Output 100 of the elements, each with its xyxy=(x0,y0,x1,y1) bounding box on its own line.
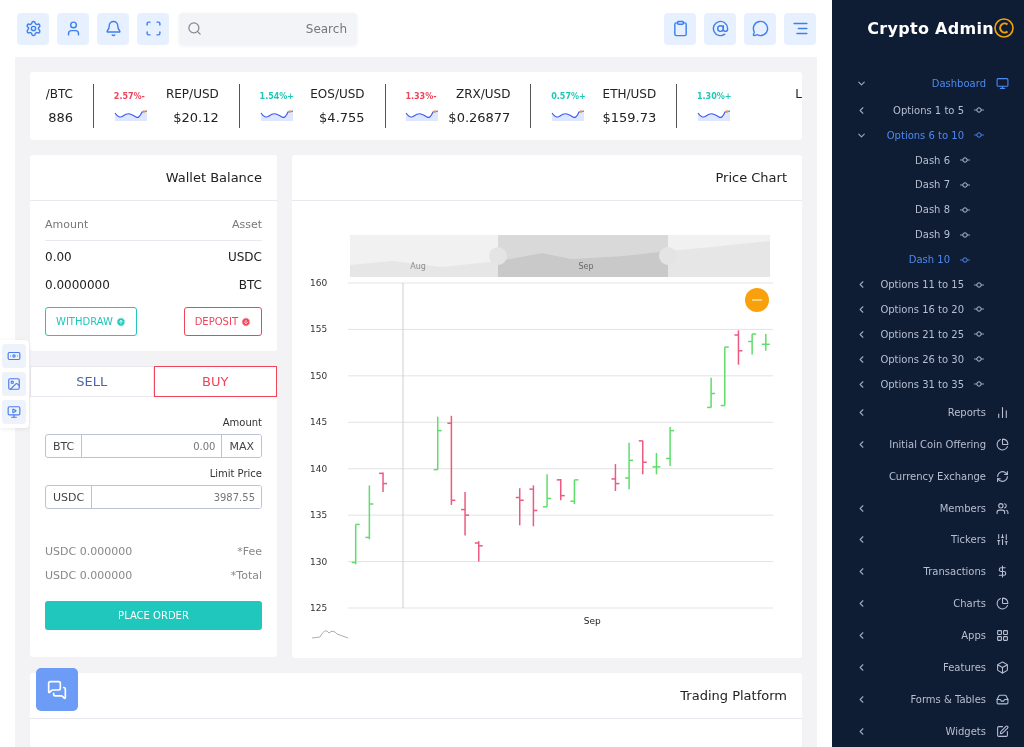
chat-button[interactable] xyxy=(744,12,776,45)
sidebar-item[interactable]: Widgets xyxy=(872,725,996,737)
navigator-label: Aug xyxy=(410,262,426,272)
menu-button[interactable] xyxy=(784,12,816,45)
ticker-price: $159.73 xyxy=(602,110,657,126)
pie-chart-icon xyxy=(996,597,1009,611)
inbox-icon xyxy=(996,692,1009,706)
rising-price-bar xyxy=(364,484,375,541)
falling-price-bar xyxy=(528,484,539,528)
circle-dot-icon xyxy=(960,206,970,213)
sidebar-item[interactable]: Options 31 to 35 xyxy=(872,378,974,390)
sidebar-item[interactable]: Dash 10 xyxy=(872,254,960,266)
at-sign-icon xyxy=(711,20,729,37)
circle-dot-icon xyxy=(974,281,984,288)
sidebar-item[interactable]: Options 11 to 15 xyxy=(872,279,974,291)
arrow-up-circle-icon xyxy=(115,316,126,327)
fee-label: *Fee xyxy=(237,544,262,558)
sidebar-item[interactable]: Dash 8 xyxy=(872,204,960,216)
sidebar-item[interactable]: Initial Coin Offering xyxy=(872,438,996,450)
sidebar-item[interactable]: Options 6 to 10 xyxy=(872,129,974,141)
sidebar-item[interactable]: Transactions xyxy=(872,566,996,578)
sidebar-item[interactable]: Members xyxy=(872,502,996,514)
rising-price-bar xyxy=(665,426,675,467)
sidebar-item[interactable]: Dash 6 xyxy=(872,154,960,166)
rising-price-bar xyxy=(651,452,662,476)
sidebar-item[interactable]: Dashboard xyxy=(872,78,996,90)
ticker-price: 886 xyxy=(48,110,73,126)
fee-label: *Total xyxy=(230,568,262,582)
sidebar-item[interactable]: Options 1 to 5 xyxy=(872,104,974,116)
rising-price-bar xyxy=(432,416,443,471)
settings-icon xyxy=(24,20,42,37)
navigator-label: Sep xyxy=(578,262,594,272)
sidebar-item[interactable]: Charts xyxy=(872,598,996,610)
chat-bubbles-icon xyxy=(47,679,67,700)
pie-chart-icon xyxy=(996,437,1009,451)
falling-price-bar xyxy=(556,478,566,502)
sidebar-item[interactable]: Apps xyxy=(872,630,996,641)
user-button[interactable] xyxy=(57,12,89,45)
edit-icon xyxy=(996,724,1009,738)
sidebar-item[interactable]: Dash 7 xyxy=(872,179,960,191)
y-axis-label: 160 xyxy=(310,278,328,289)
circle-dot-icon xyxy=(960,231,970,238)
screen-icon xyxy=(7,405,21,419)
sidebar-item[interactable]: Features xyxy=(872,661,996,673)
max-button[interactable]: MAX xyxy=(221,435,261,458)
sidebar-item[interactable]: Reports xyxy=(872,407,996,418)
settings-button[interactable] xyxy=(17,12,49,45)
sidebar-item[interactable]: Options 16 to 20 xyxy=(872,303,974,315)
order-tab[interactable]: SELL xyxy=(30,366,154,398)
sidebar-item[interactable]: Options 26 to 30 xyxy=(872,353,974,365)
circle-dot-icon xyxy=(974,132,984,139)
ticker-pair: /BTC xyxy=(45,87,73,102)
sidebar-item[interactable]: Options 21 to 25 xyxy=(872,328,974,340)
falling-price-bar xyxy=(474,540,484,563)
rising-price-bar xyxy=(569,479,580,505)
sidebar-item[interactable]: Tickers xyxy=(872,534,996,546)
ticker-pair: REP/USD xyxy=(165,87,219,102)
search-field[interactable]: Search xyxy=(179,12,357,45)
y-axis-label: 145 xyxy=(310,417,328,428)
rising-price-bar xyxy=(761,333,771,352)
sidebar-item[interactable]: Forms & Tables xyxy=(872,693,996,705)
circle-dot-icon xyxy=(974,381,984,388)
chat-bubble-icon xyxy=(751,20,769,37)
circle-dot-icon xyxy=(974,107,984,114)
image-button[interactable] xyxy=(2,372,26,396)
sidebar-item[interactable]: Dash 9 xyxy=(872,229,960,241)
sidebar-item[interactable]: Currency Exchange xyxy=(872,470,996,482)
mention-button[interactable] xyxy=(704,12,736,45)
ticker-change: 1.30%+ xyxy=(697,91,732,101)
chat-widget-button[interactable] xyxy=(36,668,78,711)
circle-dot-icon xyxy=(974,306,984,313)
sliders-icon xyxy=(996,533,1009,547)
fee-value: USDC 0.000000 xyxy=(45,544,133,558)
rising-price-bar xyxy=(706,377,716,409)
ticker-price: $20.12 xyxy=(173,110,219,126)
ticker-price: $4.755 xyxy=(319,110,365,126)
y-axis-label: 155 xyxy=(310,324,328,335)
card-title: Price Chart xyxy=(715,170,787,186)
limit-price-field[interactable]: USDC 3987.55 xyxy=(45,485,262,510)
deposit-button[interactable]: DEPOSIT xyxy=(183,307,262,337)
card-title: Wallet Balance xyxy=(165,170,262,186)
circle-dot-icon xyxy=(960,182,970,188)
ticker-pair: ZRX/USD xyxy=(455,87,511,102)
circle-dot-icon xyxy=(960,157,970,164)
refresh-icon xyxy=(996,469,1009,483)
dollar-icon xyxy=(996,565,1009,579)
falling-price-bar xyxy=(378,471,388,493)
table-cell: BTC xyxy=(238,278,262,293)
banknote-button[interactable] xyxy=(2,344,26,368)
order-tab[interactable]: BUY xyxy=(153,366,277,398)
falling-price-bar xyxy=(638,440,648,476)
screen-button[interactable] xyxy=(2,400,26,424)
grid-icon xyxy=(996,629,1009,642)
clipboard-button[interactable] xyxy=(664,12,696,45)
table-cell: 0.0000000 xyxy=(45,278,110,293)
column-header: Amount xyxy=(45,218,89,232)
notifications-button[interactable] xyxy=(97,12,129,45)
falling-price-bar xyxy=(733,329,744,366)
image-icon xyxy=(7,377,21,391)
amount-field[interactable]: BTC 0.00 MAX xyxy=(45,434,262,459)
